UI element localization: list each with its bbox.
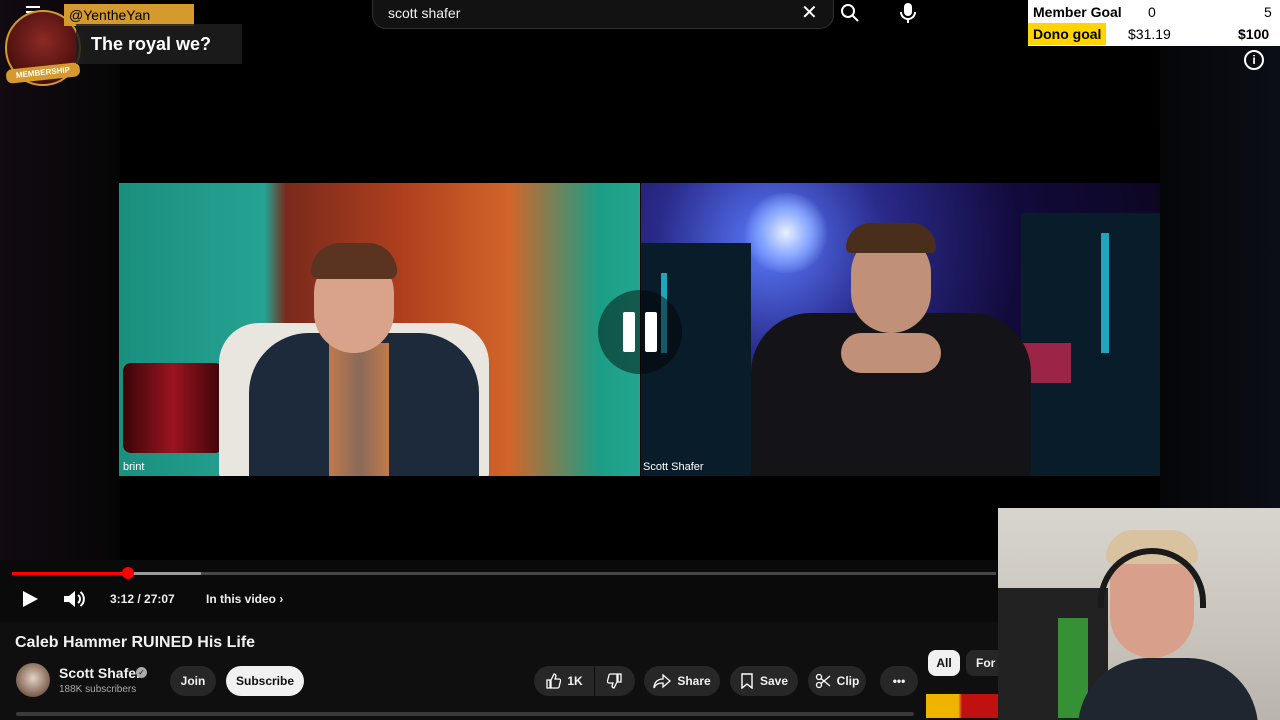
- volume-icon[interactable]: [62, 588, 86, 610]
- streamer-webcam: [998, 508, 1280, 720]
- cam-label-right: Scott Shafer: [643, 461, 704, 473]
- channel-name[interactable]: Scott Shafer: [59, 665, 141, 681]
- bat-signal: [741, 193, 831, 273]
- member-goal-target: 5: [1264, 4, 1272, 20]
- in-this-video-button[interactable]: In this video ›: [206, 592, 283, 606]
- info-icon[interactable]: i: [1244, 50, 1264, 70]
- drum: [123, 363, 223, 453]
- share-icon: [653, 673, 672, 689]
- save-button[interactable]: Save: [730, 666, 798, 696]
- city-light: [1101, 233, 1109, 353]
- member-goal-current: 0: [1148, 4, 1156, 20]
- goals-widget: Member Goal 0 5 Dono goal $31.19 $100: [1028, 0, 1280, 46]
- dono-goal-current: $31.19: [1128, 26, 1171, 42]
- recommended-thumbnail[interactable]: [926, 694, 998, 718]
- video-panel-right: Scott Shafer: [641, 183, 1160, 476]
- pause-icon: [645, 312, 657, 352]
- save-label: Save: [759, 674, 789, 688]
- member-goal-label: Member Goal: [1033, 4, 1122, 20]
- person-hair: [311, 243, 397, 279]
- video-border-right: [1160, 40, 1280, 520]
- bookmark-icon: [741, 673, 753, 689]
- clasped-hands: [841, 333, 941, 373]
- subscribe-button[interactable]: Subscribe: [226, 666, 304, 696]
- video-panel-left: brint: [119, 183, 640, 476]
- search-query: scott shafer: [388, 5, 461, 21]
- video-border-left: [0, 0, 120, 560]
- chip-all[interactable]: All: [928, 650, 960, 676]
- like-button[interactable]: 1K: [534, 666, 594, 696]
- thumbs-up-icon: [546, 673, 562, 689]
- member-goal-row: Member Goal 0 5: [1028, 1, 1280, 23]
- progress-played: [12, 572, 129, 575]
- comments-divider: [16, 712, 914, 716]
- join-button[interactable]: Join: [170, 666, 216, 696]
- cam-label-left: brint: [123, 461, 145, 473]
- channel-avatar[interactable]: [16, 663, 50, 697]
- share-button[interactable]: Share: [644, 666, 720, 696]
- person-hair: [846, 223, 936, 253]
- more-actions-button[interactable]: •••: [880, 666, 918, 696]
- pause-icon: [623, 312, 635, 352]
- in-this-video-label: In this video: [206, 592, 277, 606]
- dono-goal-row: Dono goal $31.19 $100: [1028, 23, 1280, 45]
- time-display: 3:12 / 27:07: [110, 592, 175, 606]
- play-icon[interactable]: [20, 589, 40, 609]
- scissors-icon: [815, 673, 831, 689]
- search-icon[interactable]: [840, 3, 860, 23]
- share-label: Share: [677, 674, 711, 688]
- chat-username: @YentheYan: [69, 7, 151, 23]
- dono-goal-target: $100: [1238, 26, 1270, 42]
- more-horizontal-icon: •••: [892, 674, 906, 688]
- clear-search-icon[interactable]: ✕: [801, 3, 818, 23]
- microphone-icon[interactable]: [898, 2, 918, 24]
- verified-icon: ✓: [136, 667, 147, 678]
- pause-indicator[interactable]: [598, 290, 682, 374]
- clip-button[interactable]: Clip: [808, 666, 866, 696]
- dislike-button[interactable]: [595, 666, 635, 696]
- chat-message: The royal we?: [91, 34, 212, 54]
- thumbs-down-icon: [607, 673, 622, 689]
- subscriber-count: 188K subscribers: [59, 684, 137, 695]
- like-count: 1K: [567, 674, 583, 688]
- video-title: Caleb Hammer RUINED His Life: [15, 634, 256, 651]
- chevron-right-icon: ›: [279, 592, 284, 606]
- plaid-shirt: [329, 343, 389, 476]
- progress-scrubber[interactable]: [122, 567, 135, 579]
- clip-label: Clip: [836, 674, 860, 688]
- dono-goal-label: Dono goal: [1033, 26, 1102, 42]
